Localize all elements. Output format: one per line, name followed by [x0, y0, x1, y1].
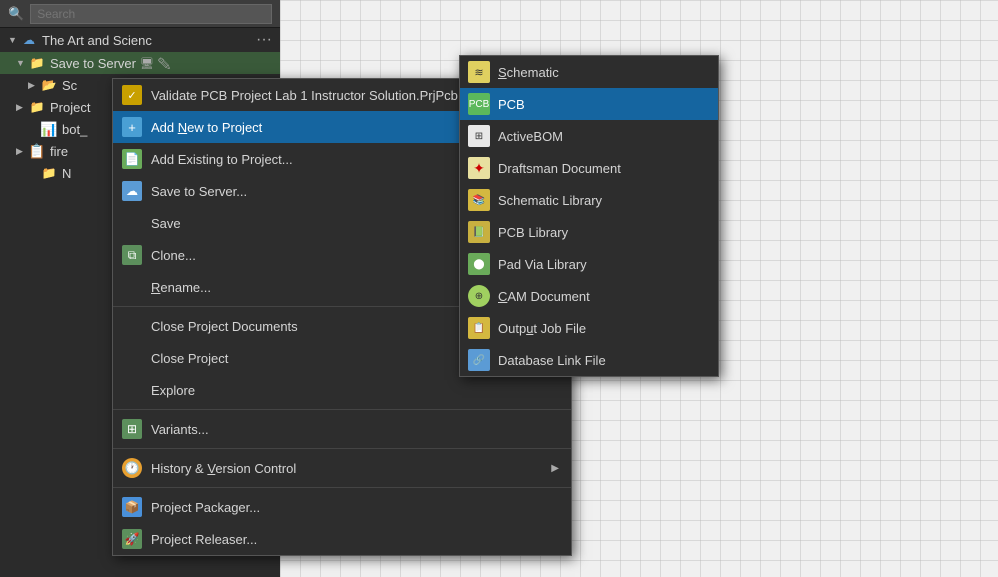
close-project-icon	[121, 347, 143, 369]
sidebar-item-cloud-root[interactable]: ▼ ☁ The Art and Scienc ···	[0, 28, 280, 52]
submenu-item-dblink[interactable]: 🔗 Database Link File	[460, 344, 718, 376]
chevron-icon: ▶	[16, 146, 26, 157]
submenu-label-schematic: Schematic	[498, 65, 706, 80]
save-server-icon: ☁	[121, 180, 143, 202]
folder-green-icon: 📁	[29, 55, 45, 71]
submenu-item-padvia[interactable]: ⬤ Pad Via Library	[460, 248, 718, 280]
menu-label-explore: Explore	[151, 383, 559, 398]
chevron-icon: ▼	[8, 35, 18, 45]
history-arrow: ▶	[551, 463, 559, 474]
cloud-icon: ☁	[21, 32, 37, 48]
sidebar-label-fire: fire	[50, 144, 68, 159]
submenu-item-cam[interactable]: ⊕ CAM Document	[460, 280, 718, 312]
separator-3	[113, 448, 571, 449]
variants-icon: ⊞	[121, 418, 143, 440]
separator-2	[113, 409, 571, 410]
server-icons: 🖥 ✏	[140, 57, 171, 70]
search-icon: 🔍	[8, 6, 24, 22]
menu-label-packager: Project Packager...	[151, 500, 559, 515]
sidebar-label-project: Project	[50, 100, 90, 115]
padvia-icon: ⬤	[468, 253, 490, 275]
search-input[interactable]	[30, 4, 272, 24]
validate-icon: ✓	[121, 84, 143, 106]
submenu-item-output[interactable]: 📋 Output Job File	[460, 312, 718, 344]
add-new-icon: +	[121, 116, 143, 138]
submenu-item-schlib[interactable]: 📚 Schematic Library	[460, 184, 718, 216]
rename-icon	[121, 276, 143, 298]
submenu-label-dblink: Database Link File	[498, 353, 706, 368]
close-docs-icon	[121, 315, 143, 337]
excel-icon: 📊	[41, 121, 57, 137]
menu-item-history[interactable]: 🕐 History & Version Control ▶	[113, 452, 571, 484]
draftsman-icon: ✦	[468, 157, 490, 179]
submenu-label-pcb: PCB	[498, 97, 706, 112]
menu-item-packager[interactable]: 📦 Project Packager...	[113, 491, 571, 523]
explore-icon	[121, 379, 143, 401]
submenu: ≋ Schematic PCB PCB ⊞ ActiveBOM ✦ Drafts…	[459, 55, 719, 377]
save-icon	[121, 212, 143, 234]
chevron-icon: ▶	[28, 80, 38, 91]
menu-item-releaser[interactable]: 🚀 Project Releaser...	[113, 523, 571, 555]
schematic-icon: ≋	[468, 61, 490, 83]
submenu-item-schematic[interactable]: ≋ Schematic	[460, 56, 718, 88]
search-bar: 🔍	[0, 0, 280, 28]
submenu-label-draftsman: Draftsman Document	[498, 161, 706, 176]
sidebar-label-save-server: Save to Server	[50, 56, 136, 71]
sidebar-label-n: N	[62, 166, 71, 181]
menu-label-releaser: Project Releaser...	[151, 532, 559, 547]
clone-icon: ⧉	[121, 244, 143, 266]
submenu-item-draftsman[interactable]: ✦ Draftsman Document	[460, 152, 718, 184]
sidebar-label-the-art: The Art and Scienc	[42, 33, 152, 48]
folder-green2-icon: 📂	[41, 77, 57, 93]
sidebar-label-bot: bot_	[62, 122, 87, 137]
submenu-label-output: Output Job File	[498, 321, 706, 336]
sidebar-label-sc: Sc	[62, 78, 77, 93]
folder-blue-icon: 📁	[29, 99, 45, 115]
submenu-label-schlib: Schematic Library	[498, 193, 706, 208]
submenu-label-activebom: ActiveBOM	[498, 129, 706, 144]
submenu-item-pcblib[interactable]: 📗 PCB Library	[460, 216, 718, 248]
cam-icon: ⊕	[468, 285, 490, 307]
pcb-icon: PCB	[468, 93, 490, 115]
menu-item-explore[interactable]: Explore	[113, 374, 571, 406]
submenu-label-padvia: Pad Via Library	[498, 257, 706, 272]
folder-orange-icon: 📁	[41, 165, 57, 181]
menu-label-history: History & Version Control	[151, 461, 551, 476]
chevron-icon: ▼	[16, 58, 26, 68]
chevron-icon: ▶	[16, 102, 26, 113]
history-icon: 🕐	[121, 457, 143, 479]
submenu-label-cam: CAM Document	[498, 289, 706, 304]
menu-label-variants: Variants...	[151, 422, 559, 437]
pcblib-icon: 📗	[468, 221, 490, 243]
dblink-icon: 🔗	[468, 349, 490, 371]
submenu-label-pcblib: PCB Library	[498, 225, 706, 240]
add-existing-icon: 📄	[121, 148, 143, 170]
submenu-item-pcb[interactable]: PCB PCB	[460, 88, 718, 120]
dots-menu[interactable]: ···	[256, 31, 272, 49]
excel-icon2: 📋	[29, 143, 45, 159]
schlib-icon: 📚	[468, 189, 490, 211]
submenu-item-activebom[interactable]: ⊞ ActiveBOM	[460, 120, 718, 152]
sidebar-item-save-server[interactable]: ▼ 📁 Save to Server 🖥 ✏	[0, 52, 280, 74]
separator-4	[113, 487, 571, 488]
activebom-icon: ⊞	[468, 125, 490, 147]
output-icon: 📋	[468, 317, 490, 339]
packager-icon: 📦	[121, 496, 143, 518]
releaser-icon: 🚀	[121, 528, 143, 550]
menu-item-variants[interactable]: ⊞ Variants...	[113, 413, 571, 445]
